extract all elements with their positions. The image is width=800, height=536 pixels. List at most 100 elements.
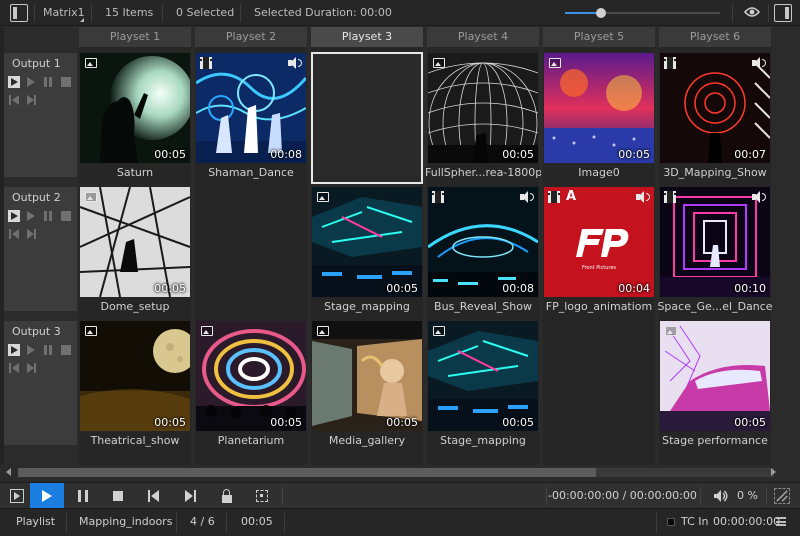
scroll-thumb[interactable] bbox=[18, 468, 596, 477]
matrix-selector[interactable]: Matrix1 bbox=[43, 6, 85, 19]
column-header-playset-2[interactable]: Playset 2 bbox=[195, 27, 307, 47]
media-tile-stage-mapping-2[interactable]: 00:05 bbox=[428, 321, 538, 431]
media-tile-fp-logo-animation[interactable]: Front Pictures A 00:04 bbox=[544, 187, 654, 297]
media-tile-bus-reveal-show[interactable]: 00:08 bbox=[428, 187, 538, 297]
row-next-icon[interactable] bbox=[25, 94, 37, 106]
tc-indicator bbox=[667, 518, 675, 526]
row-next-icon[interactable] bbox=[25, 362, 37, 374]
divider bbox=[766, 487, 767, 505]
row-pause-icon[interactable] bbox=[42, 76, 54, 88]
tile-caption: Media_gallery bbox=[328, 434, 406, 447]
media-tile-planetarium[interactable]: 00:05 bbox=[196, 321, 306, 431]
stop-button[interactable] bbox=[101, 483, 135, 509]
zoom-slider[interactable] bbox=[565, 8, 720, 18]
tc-value: 00:00:00:00 bbox=[713, 515, 781, 528]
vertical-scrollbar[interactable] bbox=[776, 27, 800, 465]
media-tile-stage-mapping[interactable]: 00:05 bbox=[312, 187, 422, 297]
row-pause-icon[interactable] bbox=[42, 344, 54, 356]
row-title: Output 2 bbox=[12, 191, 61, 204]
row-pause-icon[interactable] bbox=[42, 210, 54, 222]
image-badge-icon bbox=[317, 326, 329, 336]
scroll-right-arrow-icon[interactable] bbox=[771, 468, 776, 476]
status-duration: 00:05 bbox=[241, 515, 273, 528]
media-tile-fullsphere[interactable]: 00:05 bbox=[428, 53, 538, 163]
media-tile-dome-setup[interactable]: 00:05 bbox=[80, 187, 190, 297]
divider bbox=[546, 487, 547, 505]
column-header-playset-6[interactable]: Playset 6 bbox=[659, 27, 771, 47]
eye-icon[interactable] bbox=[744, 6, 760, 18]
row-previous-icon[interactable] bbox=[8, 94, 20, 106]
scroll-left-arrow-icon[interactable] bbox=[6, 468, 11, 476]
menu-icon[interactable] bbox=[776, 517, 786, 526]
thumbnail-shaman-dance bbox=[196, 53, 306, 163]
row-play-icon[interactable] bbox=[8, 76, 20, 88]
next-button[interactable] bbox=[173, 483, 207, 509]
playlist-matrix: Playset 1 Playset 2 Playset 3 Playset 4 … bbox=[0, 27, 800, 465]
top-toolbar: Matrix1 15 Items 0 Selected Selected Dur… bbox=[0, 0, 800, 26]
row-panel-output-1[interactable]: Output 1 bbox=[4, 53, 77, 177]
tile-duration: 00:05 bbox=[154, 148, 186, 161]
thumbnail-theatrical-show bbox=[80, 321, 190, 431]
image-badge-icon bbox=[85, 192, 97, 202]
divider bbox=[732, 4, 733, 22]
column-header-playset-3[interactable]: Playset 3 bbox=[311, 27, 423, 47]
row-play-next-icon[interactable] bbox=[25, 210, 37, 222]
column-header-playset-4[interactable]: Playset 4 bbox=[427, 27, 539, 47]
play-button[interactable] bbox=[30, 483, 64, 509]
image-badge-icon bbox=[549, 58, 561, 68]
media-tile-space-generation-dance[interactable]: 00:10 bbox=[660, 187, 770, 297]
video-badge-icon bbox=[200, 57, 212, 69]
horizontal-scrollbar[interactable] bbox=[0, 465, 800, 479]
row-next-icon[interactable] bbox=[25, 228, 37, 240]
row-stop-icon[interactable] bbox=[61, 345, 71, 355]
row-stop-icon[interactable] bbox=[61, 211, 71, 221]
toggle-right-sidebar-icon[interactable] bbox=[774, 4, 792, 22]
row-previous-icon[interactable] bbox=[8, 228, 20, 240]
row-play-icon[interactable] bbox=[8, 344, 20, 356]
row-title: Output 1 bbox=[12, 57, 61, 70]
tile-caption: Stage performance bbox=[662, 434, 768, 447]
thumbnail-stage-performance bbox=[660, 321, 770, 431]
tile-caption: Shaman_Dance bbox=[208, 166, 294, 179]
tile-caption: Image0 bbox=[578, 166, 620, 179]
previous-button[interactable] bbox=[137, 483, 171, 509]
alpha-badge: A bbox=[566, 189, 577, 204]
tile-duration: 00:08 bbox=[502, 282, 534, 295]
row-panel-output-2[interactable]: Output 2 bbox=[4, 187, 77, 311]
row-play-next-icon[interactable] bbox=[25, 76, 37, 88]
row-play-icon[interactable] bbox=[8, 210, 20, 222]
items-count: 15 Items bbox=[105, 6, 154, 19]
volume-value[interactable]: 0 % bbox=[737, 489, 758, 502]
media-tile-stage-performance[interactable]: 00:05 bbox=[660, 321, 770, 431]
toggle-left-sidebar-icon[interactable] bbox=[10, 4, 28, 22]
media-tile-theatrical-show[interactable]: 00:05 bbox=[80, 321, 190, 431]
row-panel-output-3[interactable]: Output 3 bbox=[4, 321, 77, 445]
row-stop-icon[interactable] bbox=[61, 77, 71, 87]
pause-button[interactable] bbox=[66, 483, 100, 509]
fullscreen-icon[interactable] bbox=[774, 488, 790, 504]
lock-button[interactable] bbox=[210, 483, 244, 509]
media-tile-saturn[interactable]: 00:05 bbox=[80, 53, 190, 163]
empty-slot-selected[interactable] bbox=[311, 52, 423, 184]
play-box-icon bbox=[10, 489, 24, 503]
image-badge-icon bbox=[201, 326, 213, 336]
tile-caption: Stage_mapping bbox=[440, 434, 526, 447]
row-previous-icon[interactable] bbox=[8, 362, 20, 374]
thumbnail-planetarium bbox=[196, 321, 306, 431]
column-header-playset-1[interactable]: Playset 1 bbox=[79, 27, 191, 47]
volume-icon[interactable] bbox=[714, 490, 728, 502]
thumbnail-saturn bbox=[80, 53, 190, 163]
media-tile-3d-mapping-show[interactable]: 00:07 bbox=[660, 53, 770, 163]
divider bbox=[282, 487, 283, 505]
media-tile-media-gallery[interactable]: 00:05 bbox=[312, 321, 422, 431]
play-selected-button[interactable] bbox=[0, 483, 34, 509]
fit-button[interactable] bbox=[245, 483, 279, 509]
media-tile-shaman-dance[interactable]: 00:08 bbox=[196, 53, 306, 163]
zoom-slider-handle[interactable] bbox=[595, 8, 606, 18]
media-tile-image0[interactable]: 00:05 bbox=[544, 53, 654, 163]
image-badge-icon bbox=[665, 326, 677, 336]
column-header-playset-5[interactable]: Playset 5 bbox=[543, 27, 655, 47]
thumbnail-space-dance bbox=[660, 187, 770, 297]
tile-caption: Bus_Reveal_Show bbox=[434, 300, 532, 313]
row-play-next-icon[interactable] bbox=[25, 344, 37, 356]
